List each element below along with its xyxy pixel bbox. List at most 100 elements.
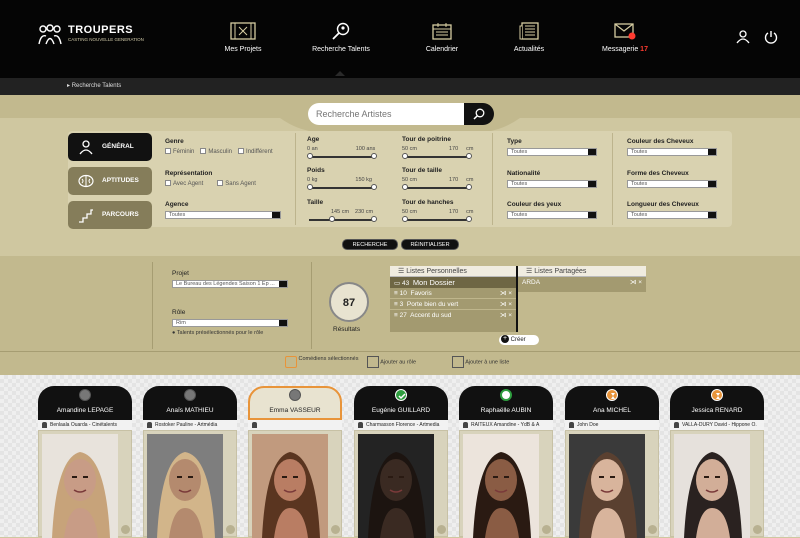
talent-name[interactable]: Anaïs MATHIEU	[143, 407, 237, 414]
tab-parcours[interactable]: PARCOURS	[68, 201, 152, 229]
forme-cheveux-select[interactable]: Toutes	[627, 180, 717, 188]
nav-mes-projets[interactable]: Mes Projets	[198, 22, 288, 53]
select-toggle[interactable]	[437, 525, 446, 534]
search-submit-button[interactable]: RECHERCHE	[342, 239, 398, 250]
filter-taille: Taille 145 cm 230 cm	[307, 199, 377, 224]
folder-row[interactable]: ▭ 43 Mon Dossier	[390, 277, 516, 288]
agent-name: John Doe	[565, 420, 659, 430]
nav-label: Mes Projets	[224, 46, 262, 53]
filter-genre: Genre Féminin Masculin Indifférent	[165, 138, 279, 155]
agence-select[interactable]: Toutes	[165, 211, 281, 219]
breadcrumb-item[interactable]: Recherche Talents	[72, 83, 122, 89]
nav-calendrier[interactable]: Calendrier	[397, 22, 487, 53]
select-toggle[interactable]	[542, 525, 551, 534]
agent-name: Benlaala Ouarda - Cinétalents	[38, 420, 132, 430]
select-toggle[interactable]	[753, 525, 762, 534]
news-icon	[519, 22, 539, 40]
tab-aptitudes[interactable]: APTITUDES	[68, 167, 152, 195]
brain-icon	[78, 174, 94, 188]
filter-label: Tour de taille	[402, 167, 442, 174]
select-toggle[interactable]	[121, 525, 130, 534]
divider	[311, 262, 312, 349]
search-input[interactable]	[308, 103, 464, 125]
person-icon	[79, 140, 93, 155]
nav-messagerie[interactable]: Messagerie 17	[575, 22, 675, 53]
talent-card[interactable]: Amandine LEPAGE Benlaala Ouarda - Cinétal…	[38, 386, 132, 538]
type-select[interactable]: Toutes	[507, 148, 597, 156]
select-toggle[interactable]	[648, 525, 657, 534]
filter-couleur-cheveux: Couleur des Cheveux Toutes	[627, 138, 717, 156]
talent-card[interactable]: Ana MICHEL John Doe	[565, 386, 659, 538]
nav-label: Recherche Talents	[312, 46, 370, 53]
projet-select[interactable]: Le Bureau des Légendes Saison 1 Ep ...	[172, 280, 288, 288]
tab-label: PARCOURS	[102, 211, 139, 218]
taille-slider[interactable]	[307, 216, 377, 224]
talent-photo[interactable]	[38, 430, 132, 538]
talent-name[interactable]: Jessica RENARD	[670, 407, 764, 414]
select-toggle[interactable]	[226, 525, 235, 534]
status-dot-icon	[79, 389, 91, 401]
talent-name[interactable]: Ana MICHEL	[565, 407, 659, 414]
preselected-toggle[interactable]: ● Talents présélectionnés pour le rôle	[172, 330, 288, 336]
user-icon[interactable]	[736, 30, 750, 44]
tab-general[interactable]: GÉNÉRAL	[68, 133, 152, 161]
talent-photo[interactable]	[143, 430, 237, 538]
power-icon[interactable]	[764, 30, 778, 44]
hanches-slider[interactable]	[402, 216, 472, 224]
checkbox-avec-agent[interactable]: Avec Agent	[165, 180, 203, 187]
talent-name[interactable]: Emma VASSEUR	[248, 407, 342, 414]
talent-card[interactable]: Emma VASSEUR	[248, 386, 342, 538]
talent-name[interactable]: Amandine LEPAGE	[38, 407, 132, 414]
talent-card[interactable]: Raphaëlle AUBIN RAITEUX Amandine - YdB & …	[459, 386, 553, 538]
couleur-yeux-select[interactable]: Toutes	[507, 211, 597, 219]
talent-card[interactable]: Anaïs MATHIEU Rostoker Pauline - Artmédia	[143, 386, 237, 538]
filter-label: Représentation	[165, 170, 213, 177]
app-logo[interactable]: TROUPERS CASTING NOUVELLE GENERATION	[38, 22, 158, 52]
age-slider[interactable]	[307, 153, 377, 161]
couleur-cheveux-select[interactable]: Toutes	[627, 148, 717, 156]
selected-actors-action[interactable]: Comédiens sélectionnés	[285, 356, 358, 368]
app-tagline: CASTING NOUVELLE GENERATION	[68, 37, 144, 42]
poitrine-slider[interactable]	[402, 153, 472, 161]
troupers-logo-icon	[38, 24, 62, 45]
talent-card[interactable]: Eugénie GUILLARD Charmasson Florence - Ar…	[354, 386, 448, 538]
longueur-cheveux-select[interactable]: Toutes	[627, 211, 717, 219]
list-item[interactable]: ARDA ⋊ ×	[518, 277, 646, 288]
add-role-icon	[367, 356, 379, 368]
pending-icon	[500, 389, 512, 401]
nav-actualites[interactable]: Actualités	[484, 22, 574, 53]
nav-label: Messagerie 17	[602, 46, 648, 53]
list-item[interactable]: ≡ 27 Accent du sud ⋊ ×	[390, 310, 516, 321]
divider	[612, 133, 613, 225]
checkbox-indifferent[interactable]: Indifférent	[238, 148, 273, 155]
divider	[492, 133, 493, 225]
filter-label: Projet	[172, 270, 189, 277]
search-button[interactable]	[464, 103, 494, 125]
talent-name[interactable]: Raphaëlle AUBIN	[459, 407, 553, 414]
nav-recherche-talents[interactable]: Recherche Talents	[296, 22, 386, 53]
select-toggle[interactable]	[331, 525, 340, 534]
talent-photo[interactable]	[565, 430, 659, 538]
talent-name[interactable]: Eugénie GUILLARD	[354, 407, 448, 414]
talent-card[interactable]: Jessica RENARD VALLA-DURY David - Hippone…	[670, 386, 764, 538]
reset-button[interactable]: RÉINITIALISER	[401, 239, 459, 250]
checkbox-feminin[interactable]: Féminin	[165, 148, 194, 155]
talent-photo[interactable]	[248, 430, 342, 538]
role-select[interactable]: Rim	[172, 319, 288, 327]
talent-photo[interactable]	[354, 430, 448, 538]
list-item[interactable]: ≡ 3 Porte bien du vert ⋊ ×	[390, 299, 516, 310]
checkbox-masculin[interactable]: Masculin	[200, 148, 232, 155]
nationalite-select[interactable]: Toutes	[507, 180, 597, 188]
talent-photo[interactable]	[670, 430, 764, 538]
add-to-role-action[interactable]: Ajouter au rôle	[367, 356, 416, 368]
divider	[152, 262, 153, 349]
tour-taille-slider[interactable]	[402, 184, 472, 192]
list-item[interactable]: ≡ 10 Favoris ⋊ ×	[390, 288, 516, 299]
create-list-button[interactable]: + Créer	[499, 335, 539, 345]
add-to-list-action[interactable]: Ajouter à une liste	[452, 356, 509, 368]
poids-slider[interactable]	[307, 184, 377, 192]
portrait-image	[252, 434, 328, 538]
talent-photo[interactable]	[459, 430, 553, 538]
film-icon	[230, 22, 256, 40]
checkbox-sans-agent[interactable]: Sans Agent	[217, 180, 256, 187]
